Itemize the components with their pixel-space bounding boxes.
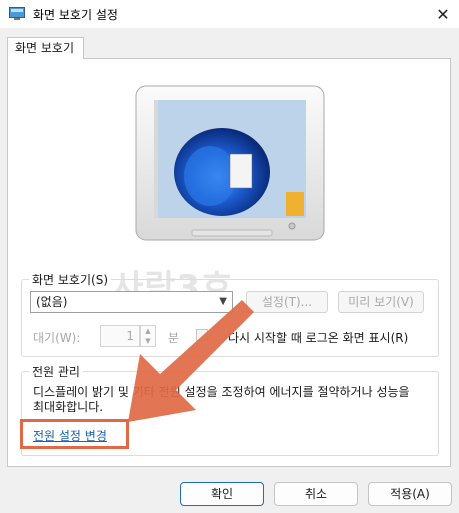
- close-button[interactable]: ✕: [430, 2, 456, 26]
- power-group-label: 전원 관리: [29, 363, 83, 380]
- screensaver-app-icon: [9, 7, 25, 20]
- screensaver-group-label: 화면 보호기(S): [29, 271, 111, 288]
- settings-button[interactable]: 설정(T)...: [246, 291, 328, 313]
- preview-button[interactable]: 미리 보기(V): [338, 291, 424, 313]
- ok-button[interactable]: 확인: [180, 482, 264, 506]
- close-icon: ✕: [436, 4, 450, 24]
- tab-screensaver[interactable]: 화면 보호기: [7, 37, 84, 59]
- apply-button[interactable]: 적용(A): [368, 482, 452, 506]
- screensaver-select-value: (없음): [36, 295, 68, 309]
- cancel-button[interactable]: 취소: [274, 482, 358, 506]
- window-title: 화면 보호기 설정: [33, 8, 118, 22]
- resume-logon-label: 다시 시작할 때 로그온 화면 표시(R): [228, 331, 409, 345]
- annotation-highlight-box: [20, 419, 129, 449]
- wait-label: 대기(W):: [33, 331, 81, 345]
- monitor-preview: [135, 85, 325, 241]
- title-bar: 화면 보호기 설정 ✕: [0, 0, 459, 28]
- annotation-arrow-icon: [128, 300, 254, 422]
